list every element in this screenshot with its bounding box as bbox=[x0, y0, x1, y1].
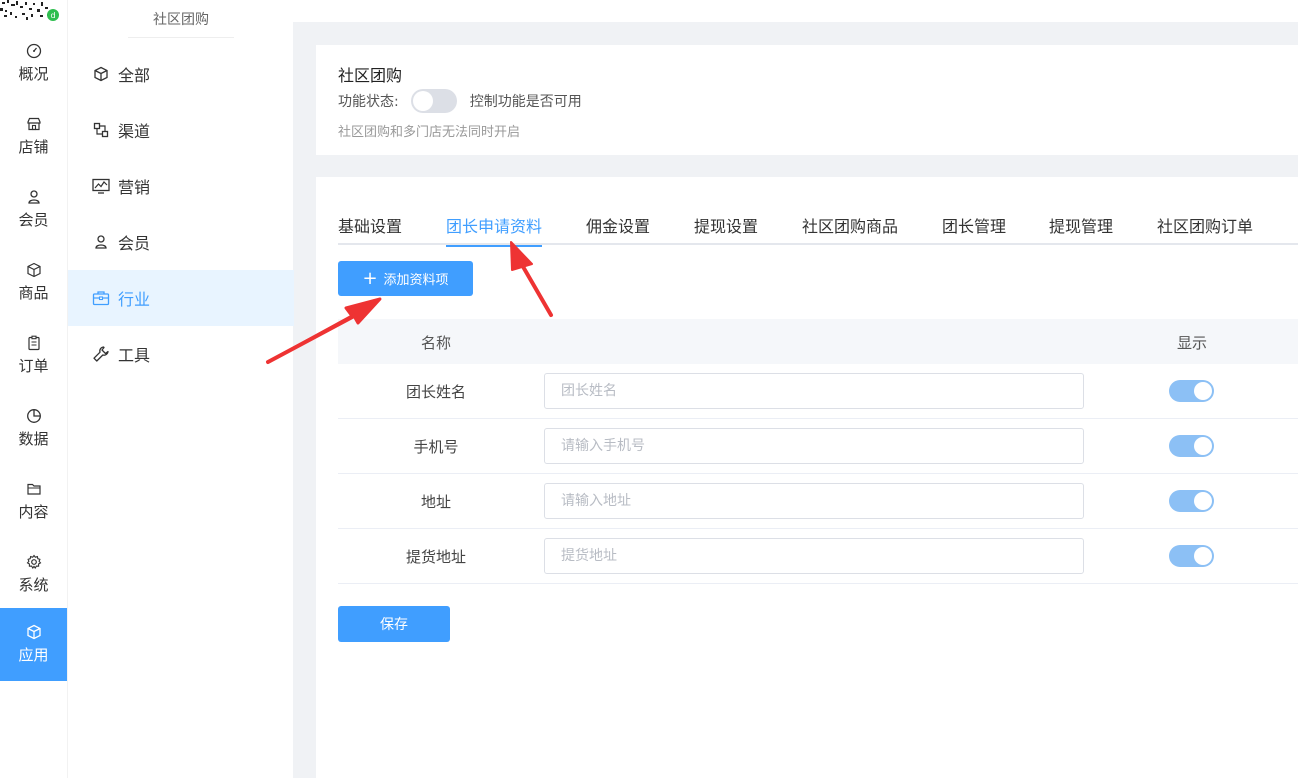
rail-item-label: 系统 bbox=[18, 576, 49, 594]
rail-item-goods[interactable]: 商品 bbox=[0, 246, 67, 319]
tab-withdraw-settings[interactable]: 提现设置 bbox=[694, 213, 758, 245]
save-button[interactable]: 保存 bbox=[338, 606, 450, 642]
submenu-item-marketing[interactable]: 营销 bbox=[68, 158, 294, 214]
submenu-item-label: 会员 bbox=[118, 234, 151, 253]
gear-icon bbox=[26, 554, 42, 570]
feature-status-toggle[interactable] bbox=[410, 89, 457, 113]
add-field-label: 添加资料项 bbox=[383, 273, 449, 288]
tab-withdraw-management[interactable]: 提现管理 bbox=[1049, 213, 1113, 245]
submenu-item-label: 工具 bbox=[118, 346, 151, 365]
folder-icon bbox=[26, 481, 42, 497]
feature-title: 社区团购 bbox=[338, 66, 403, 85]
rail-item-store[interactable]: 店铺 bbox=[0, 100, 67, 173]
rail-item-member[interactable]: 会员 bbox=[0, 173, 67, 246]
rail-item-data[interactable]: 数据 bbox=[0, 392, 67, 465]
row-name: 团长姓名 bbox=[405, 383, 466, 401]
feature-status-desc: 控制功能是否可用 bbox=[469, 94, 582, 110]
marketing-chart-icon bbox=[92, 177, 110, 195]
show-toggle[interactable] bbox=[1169, 435, 1214, 457]
submenu-title: 社区团购 bbox=[68, 0, 294, 38]
phone-input[interactable] bbox=[544, 428, 1084, 464]
table-row: 团长姓名 bbox=[338, 364, 1298, 419]
plus-icon: + bbox=[362, 267, 378, 289]
row-name: 地址 bbox=[420, 493, 451, 511]
toggle-knob bbox=[1194, 437, 1212, 455]
rail-item-order[interactable]: 订单 bbox=[0, 319, 67, 392]
rail-item-label: 数据 bbox=[18, 430, 49, 448]
table-header: 名称 显示 bbox=[338, 319, 1298, 364]
rail-item-label: 会员 bbox=[18, 211, 49, 229]
clipboard-icon bbox=[26, 335, 42, 351]
rail-item-label: 应用 bbox=[18, 646, 49, 664]
box-icon bbox=[26, 624, 42, 640]
tab-group-buy-orders[interactable]: 社区团购订单 bbox=[1157, 213, 1253, 245]
leader-name-input[interactable] bbox=[544, 373, 1084, 409]
pickup-address-input[interactable] bbox=[544, 538, 1084, 574]
svg-text:d: d bbox=[50, 11, 55, 20]
submenu-item-label: 渠道 bbox=[118, 122, 151, 141]
header-name: 名称 bbox=[420, 334, 451, 352]
row-name: 手机号 bbox=[413, 438, 459, 456]
header-show: 显示 bbox=[1176, 334, 1207, 352]
briefcase-icon bbox=[92, 289, 110, 307]
table-row: 手机号 bbox=[338, 419, 1298, 474]
toggle-knob bbox=[1194, 547, 1212, 565]
rail-item-label: 订单 bbox=[18, 357, 49, 375]
tab-leader-application[interactable]: 团长申请资料 bbox=[446, 213, 543, 247]
rail-item-label: 店铺 bbox=[18, 138, 49, 156]
store-icon bbox=[26, 116, 42, 132]
toggle-knob bbox=[1194, 492, 1212, 510]
rail-item-label: 概况 bbox=[18, 65, 49, 83]
tab-commission-settings[interactable]: 佣金设置 bbox=[586, 213, 650, 245]
table-row: 提货地址 bbox=[338, 529, 1298, 584]
dashboard-icon bbox=[26, 43, 42, 59]
logo-qr-icon: d bbox=[0, 0, 60, 22]
show-toggle[interactable] bbox=[1169, 545, 1214, 567]
main-nav-rail: d 概况 店铺 会员 商品 订单 数据 内容 系统 应用 bbox=[0, 0, 67, 778]
box-icon bbox=[26, 262, 42, 278]
rail-item-label: 商品 bbox=[18, 284, 49, 302]
rail-item-content[interactable]: 内容 bbox=[0, 465, 67, 538]
table-row: 地址 bbox=[338, 474, 1298, 529]
address-input[interactable] bbox=[544, 483, 1084, 519]
user-icon bbox=[92, 233, 110, 251]
secondary-menu: 社区团购 全部 渠道 营销 会员 行业 工具 bbox=[67, 0, 294, 778]
rail-item-overview[interactable]: 概况 bbox=[0, 27, 67, 100]
rail-item-apps[interactable]: 应用 bbox=[0, 608, 67, 681]
cube-icon bbox=[92, 65, 110, 83]
pie-chart-icon bbox=[26, 408, 42, 424]
submenu-item-label: 营销 bbox=[118, 178, 151, 197]
channel-icon bbox=[92, 121, 110, 139]
submenu-item-all[interactable]: 全部 bbox=[68, 46, 294, 102]
submenu-item-label: 全部 bbox=[118, 66, 151, 85]
settings-tabs: 基础设置 团长申请资料 佣金设置 提现设置 社区团购商品 团长管理 提现管理 社… bbox=[338, 213, 1298, 247]
feature-status-row: 功能状态: 控制功能是否可用 bbox=[338, 89, 582, 113]
tab-group-buy-goods[interactable]: 社区团购商品 bbox=[802, 213, 898, 245]
show-toggle[interactable] bbox=[1169, 380, 1214, 402]
fields-table: 名称 显示 团长姓名 手机号 地址 提货地址 bbox=[338, 319, 1298, 584]
row-name: 提货地址 bbox=[405, 548, 466, 566]
wrench-icon bbox=[92, 345, 110, 363]
feature-status-card: 社区团购 功能状态: 控制功能是否可用 社区团购和多门店无法同时开启 bbox=[316, 45, 1298, 155]
submenu-item-channel[interactable]: 渠道 bbox=[68, 102, 294, 158]
toggle-knob bbox=[412, 91, 433, 111]
submenu-item-tools[interactable]: 工具 bbox=[68, 326, 294, 382]
rail-item-label: 内容 bbox=[18, 503, 49, 521]
submenu-item-industry[interactable]: 行业 bbox=[68, 270, 294, 326]
add-field-button[interactable]: + 添加资料项 bbox=[338, 261, 473, 296]
feature-status-label: 功能状态: bbox=[338, 94, 399, 110]
show-toggle[interactable] bbox=[1169, 490, 1214, 512]
submenu-item-label: 行业 bbox=[118, 290, 151, 309]
submenu-title-text: 社区团购 bbox=[153, 12, 209, 28]
tab-basic-settings[interactable]: 基础设置 bbox=[338, 213, 402, 245]
toggle-knob bbox=[1194, 382, 1212, 400]
user-icon bbox=[26, 189, 42, 205]
settings-card: 基础设置 团长申请资料 佣金设置 提现设置 社区团购商品 团长管理 提现管理 社… bbox=[316, 177, 1298, 778]
submenu-item-member[interactable]: 会员 bbox=[68, 214, 294, 270]
rail-item-system[interactable]: 系统 bbox=[0, 538, 67, 611]
feature-note: 社区团购和多门店无法同时开启 bbox=[338, 125, 521, 140]
tab-leader-management[interactable]: 团长管理 bbox=[942, 213, 1006, 245]
top-bar bbox=[293, 0, 1298, 22]
